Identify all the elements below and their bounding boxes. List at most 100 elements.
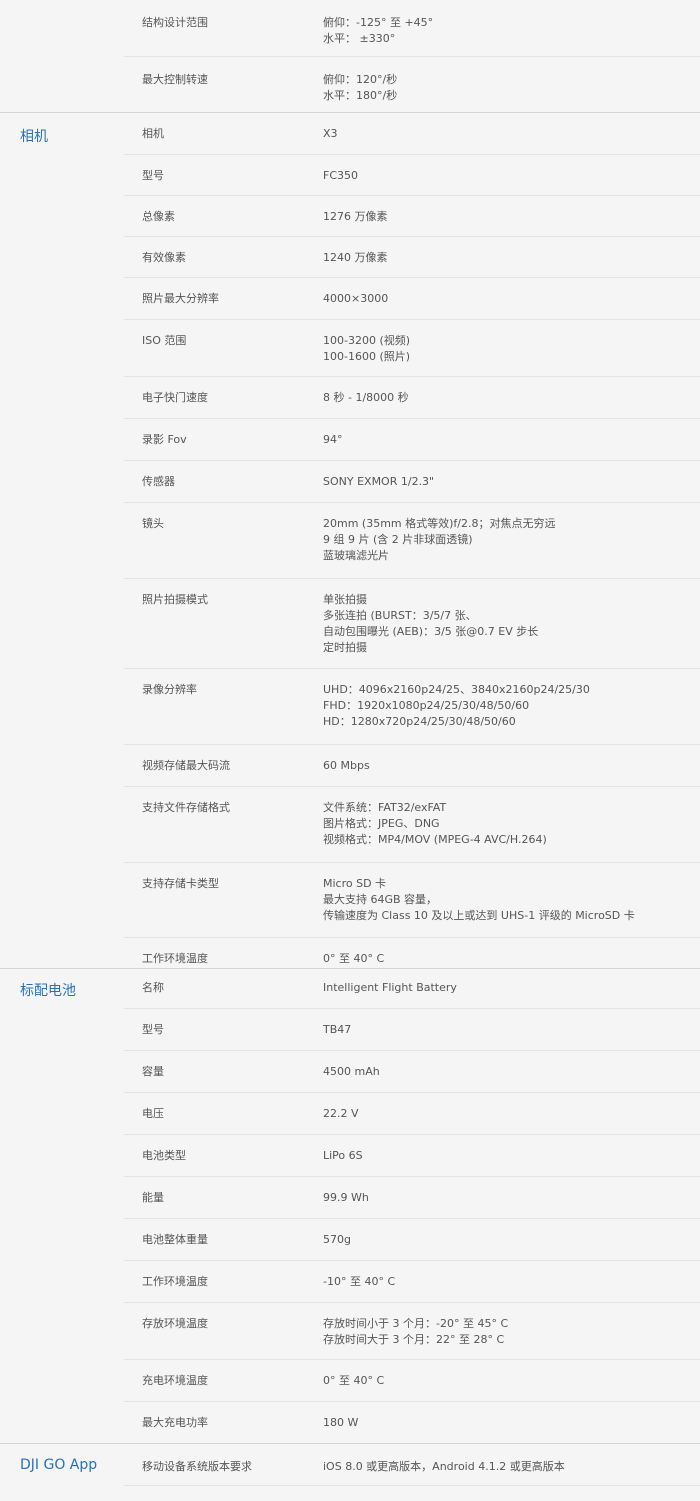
spec-value-line: 水平： ±330°	[323, 32, 396, 45]
spec-value-line: 文件系统：FAT32/exFAT	[323, 801, 447, 814]
spec-row: 相机 X3	[124, 113, 700, 155]
spec-label: 电池整体重量	[142, 1233, 208, 1246]
spec-value-line: HD：1280x720p24/25/30/48/50/60	[323, 715, 516, 728]
spec-row: 视频存储最大码流 60 Mbps	[124, 745, 700, 787]
spec-label: 总像素	[142, 210, 175, 223]
spec-value-line: 9 组 9 片 (含 2 片非球面透镜)	[323, 533, 473, 546]
spec-value-line: 4500 mAh	[323, 1065, 380, 1078]
spec-value-line: TB47	[323, 1023, 352, 1036]
spec-value: 8 秒 - 1/8000 秒	[323, 390, 409, 406]
spec-row: 有效像素 1240 万像素	[124, 237, 700, 278]
spec-label: 传感器	[142, 475, 175, 488]
spec-row: 电池整体重量 570g	[124, 1219, 700, 1261]
spec-row: 容量 4500 mAh	[124, 1051, 700, 1093]
spec-label: 录像分辨率	[142, 683, 197, 696]
spec-value-line: 存放时间小于 3 个月：-20° 至 45° C	[323, 1317, 509, 1330]
spec-value: 存放时间小于 3 个月：-20° 至 45° C 存放时间大于 3 个月：22°…	[323, 1316, 508, 1348]
spec-label: 容量	[142, 1065, 164, 1078]
spec-value-line: 图片格式：JPEG、DNG	[323, 817, 440, 830]
spec-value: 94°	[323, 432, 343, 448]
spec-value: 文件系统：FAT32/exFAT 图片格式：JPEG、DNG 视频格式：MP4/…	[323, 800, 547, 848]
spec-rows: 移动设备系统版本要求 iOS 8.0 或更高版本，Android 4.1.2 或…	[124, 1444, 700, 1486]
spec-value-line: 水平：180°/秒	[323, 89, 398, 102]
spec-value: SONY EXMOR 1/2.3"	[323, 474, 434, 490]
spec-value: LiPo 6S	[323, 1148, 363, 1164]
spec-value-line: iOS 8.0 或更高版本，Android 4.1.2 或更高版本	[323, 1460, 565, 1473]
spec-value-line: Intelligent Flight Battery	[323, 981, 457, 994]
spec-value-line: 最大支持 64GB 容量，	[323, 893, 438, 906]
spec-row: 支持文件存储格式 文件系统：FAT32/exFAT 图片格式：JPEG、DNG …	[124, 787, 700, 863]
spec-value-line: 0° 至 40° C	[323, 1374, 385, 1387]
spec-row: 能量 99.9 Wh	[124, 1177, 700, 1219]
spec-value: 20mm (35mm 格式等效)f/2.8；对焦点无穷远 9 组 9 片 (含 …	[323, 516, 556, 564]
spec-row: 照片最大分辨率 4000×3000	[124, 278, 700, 320]
spec-value-line: 60 Mbps	[323, 759, 370, 772]
spec-value-line: UHD：4096x2160p24/25、3840x2160p24/25/30	[323, 683, 590, 696]
spec-label: 存放环境温度	[142, 1317, 208, 1330]
spec-value-line: FC350	[323, 169, 359, 182]
spec-value: FC350	[323, 168, 358, 184]
spec-value-line: 0° 至 40° C	[323, 952, 385, 965]
spec-value: 俯仰：-125° 至 +45° 水平： ±330°	[323, 15, 433, 47]
spec-value: X3	[323, 126, 338, 142]
spec-value: 180 W	[323, 1415, 358, 1431]
spec-row: 型号 TB47	[124, 1009, 700, 1051]
spec-row: 传感器 SONY EXMOR 1/2.3"	[124, 461, 700, 503]
spec-rows: 名称 Intelligent Flight Battery 型号 TB47 容量…	[124, 969, 700, 1443]
spec-label: 充电环境温度	[142, 1374, 208, 1387]
spec-row: 照片拍摄模式 单张拍摄 多张连拍 (BURST：3/5/7 张、 自动包围曝光 …	[124, 579, 700, 669]
spec-value-line: 视频格式：MP4/MOV (MPEG-4 AVC/H.264)	[323, 833, 547, 846]
spec-value: 单张拍摄 多张连拍 (BURST：3/5/7 张、 自动包围曝光 (AEB)：3…	[323, 592, 538, 656]
section-title: 标配电池	[20, 983, 76, 999]
spec-section-battery: 标配电池 名称 Intelligent Flight Battery 型号 TB…	[0, 968, 700, 1443]
spec-value-line: 定时拍摄	[323, 641, 367, 654]
spec-value-line: 1276 万像素	[323, 210, 388, 223]
spec-value-line: 8 秒 - 1/8000 秒	[323, 391, 409, 404]
spec-value-line: 4000×3000	[323, 292, 389, 305]
spec-value: 0° 至 40° C	[323, 951, 384, 967]
spec-value-line: 存放时间大于 3 个月：22° 至 28° C	[323, 1333, 505, 1346]
spec-value-line: 100-3200 (视频)	[323, 334, 411, 347]
spec-row: 型号 FC350	[124, 155, 700, 196]
spec-value: Micro SD 卡 最大支持 64GB 容量， 传输速度为 Class 10 …	[323, 876, 635, 924]
spec-value-line: 99.9 Wh	[323, 1191, 369, 1204]
spec-label: 能量	[142, 1191, 164, 1204]
spec-value-line: 20mm (35mm 格式等效)f/2.8；对焦点无穷远	[323, 517, 556, 530]
spec-value: Intelligent Flight Battery	[323, 980, 457, 996]
spec-label: 电池类型	[142, 1149, 186, 1162]
spec-row: 移动设备系统版本要求 iOS 8.0 或更高版本，Android 4.1.2 或…	[124, 1444, 700, 1486]
spec-label: 电子快门速度	[142, 391, 208, 404]
spec-value-line: Micro SD 卡	[323, 877, 387, 890]
spec-rows: 结构设计范围 俯仰：-125° 至 +45° 水平： ±330° 最大控制转速 …	[124, 0, 700, 113]
spec-value: 0° 至 40° C	[323, 1373, 384, 1389]
spec-row: 总像素 1276 万像素	[124, 196, 700, 237]
spec-label: 相机	[142, 127, 164, 140]
spec-value: iOS 8.0 或更高版本，Android 4.1.2 或更高版本	[323, 1459, 565, 1475]
spec-row: 充电环境温度 0° 至 40° C	[124, 1360, 700, 1402]
spec-row: ISO 范围 100-3200 (视频) 100-1600 (照片)	[124, 320, 700, 377]
spec-value-line: 94°	[323, 433, 343, 446]
spec-label: 型号	[142, 1023, 164, 1036]
spec-value-line: LiPo 6S	[323, 1149, 363, 1162]
spec-label: 照片最大分辨率	[142, 292, 219, 305]
spec-label: 电压	[142, 1107, 164, 1120]
spec-value-line: 多张连拍 (BURST：3/5/7 张、	[323, 609, 477, 622]
spec-label: 支持文件存储格式	[142, 801, 230, 814]
section-title: DJI GO App	[20, 1457, 98, 1473]
spec-row: 电子快门速度 8 秒 - 1/8000 秒	[124, 377, 700, 419]
spec-value: -10° 至 40° C	[323, 1274, 395, 1290]
spec-row: 名称 Intelligent Flight Battery	[124, 969, 700, 1009]
spec-row: 录影 Fov 94°	[124, 419, 700, 461]
spec-value-line: 单张拍摄	[323, 593, 367, 606]
spec-value: 4500 mAh	[323, 1064, 380, 1080]
spec-label: 工作环境温度	[142, 952, 208, 965]
spec-label: 镜头	[142, 517, 164, 530]
spec-label: 结构设计范围	[142, 16, 208, 29]
spec-value: 570g	[323, 1232, 351, 1248]
spec-value-line: 俯仰：-125° 至 +45°	[323, 16, 434, 29]
spec-value-line: -10° 至 40° C	[323, 1275, 396, 1288]
spec-label: 最大控制转速	[142, 73, 208, 86]
spec-value-line: 22.2 V	[323, 1107, 359, 1120]
spec-value: 4000×3000	[323, 291, 388, 307]
spec-row: 电池类型 LiPo 6S	[124, 1135, 700, 1177]
